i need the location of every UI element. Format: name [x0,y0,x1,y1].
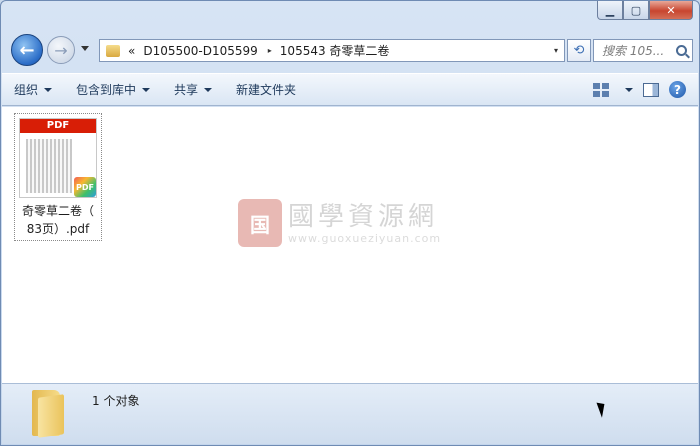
new-folder-button[interactable]: 新建文件夹 [224,74,308,105]
back-arrow-icon: ← [19,39,35,61]
pdf-header-band: PDF [20,119,96,133]
refresh-icon: ⟲ [573,43,585,58]
forward-arrow-icon: → [54,40,68,60]
explorer-window: ▁ ▢ ✕ ← → « D105500-D105599 ▸ 105543 奇零草… [0,0,700,446]
include-in-library-button[interactable]: 包含到库中 [64,74,162,105]
minimize-button[interactable]: ▁ [597,1,623,20]
watermark: 国 國學資源網 www.guoxueziyuan.com [238,199,441,247]
forward-button[interactable]: → [47,36,75,64]
preview-pane-icon[interactable] [643,82,659,97]
folder-icon [106,44,120,57]
watermark-title: 國學資源網 [288,201,439,232]
organize-label: 组织 [14,83,39,97]
maximize-button[interactable]: ▢ [623,1,649,20]
chevron-down-icon [142,87,151,92]
file-name-line2: 83页）.pdf [26,222,90,236]
file-name: 奇零草二卷（ 83页）.pdf [15,202,101,238]
new-folder-label: 新建文件夹 [236,83,297,97]
document-page-preview [26,139,72,193]
organize-button[interactable]: 组织 [2,74,64,105]
share-label: 共享 [174,83,199,97]
file-list-area[interactable]: PDF PDF 奇零草二卷（ 83页）.pdf 国 國學資源網 www.guox… [2,107,698,383]
chevron-down-icon [625,87,633,92]
file-name-line1: 奇零草二卷（ [21,204,94,218]
include-library-label: 包含到库中 [76,83,137,97]
address-dropdown-icon[interactable]: ▾ [554,46,558,55]
watermark-text: 國學資源網 www.guoxueziyuan.com [288,202,441,245]
search-placeholder: 搜索 105... [602,44,665,58]
recent-pages-dropdown-icon[interactable] [81,46,89,51]
file-item[interactable]: PDF PDF 奇零草二卷（ 83页）.pdf [14,113,102,241]
item-count: 1 个对象 [92,394,140,408]
address-bar[interactable]: « D105500-D105599 ▸ 105543 奇零草二卷 ▾ [99,39,565,62]
search-icon[interactable] [676,45,687,56]
refresh-button[interactable]: ⟲ [567,39,591,62]
breadcrumb-segment-current[interactable]: 105543 奇零草二卷 [280,42,390,59]
folder-large-icon [28,390,68,438]
watermark-seal-logo: 国 [238,199,282,247]
close-button[interactable]: ✕ [649,1,693,20]
pdf-badge-icon: PDF [74,177,96,197]
breadcrumb-separator-icon[interactable]: ▸ [268,46,272,55]
help-icon[interactable]: ? [669,81,686,98]
caption-buttons: ▁ ▢ ✕ [597,1,693,20]
breadcrumb-segment-parent[interactable]: D105500-D105599 [143,44,257,58]
view-options-dropdown[interactable] [619,87,633,92]
navigation-bar: ← → « D105500-D105599 ▸ 105543 奇零草二卷 ▾ ⟲… [9,31,693,67]
watermark-url: www.guoxueziyuan.com [288,231,442,245]
pdf-thumbnail: PDF PDF [19,118,97,198]
back-button[interactable]: ← [11,34,43,66]
command-bar: 组织 包含到库中 共享 新建文件夹 ? [2,73,698,106]
chevron-down-icon [44,87,53,92]
share-button[interactable]: 共享 [162,74,224,105]
search-input[interactable]: 搜索 105... [593,39,693,62]
chevron-down-icon [204,87,213,92]
change-view-icon[interactable] [593,82,609,97]
details-pane: 1 个对象 [2,383,698,444]
address-overflow[interactable]: « [128,44,135,58]
